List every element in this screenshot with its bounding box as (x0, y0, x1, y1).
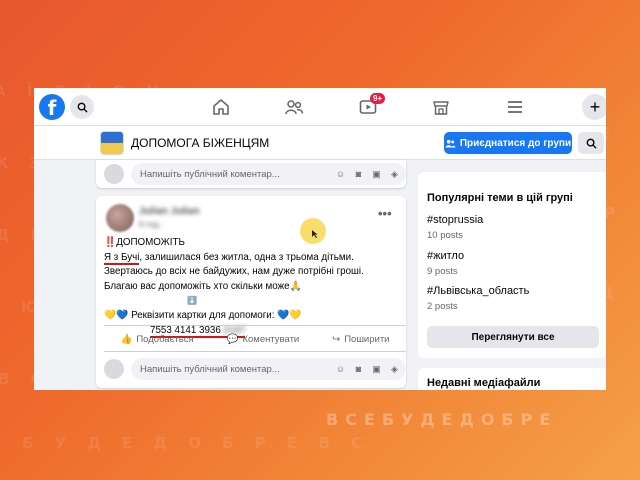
top-navigation-bar: f 9+ + (34, 88, 606, 126)
post-options-button[interactable]: ••• (378, 206, 392, 221)
comment-icon: 💬 (226, 333, 239, 345)
avatar (104, 359, 124, 379)
emoji-icon[interactable]: ☺ (335, 169, 346, 180)
camera-icon[interactable]: ◙ (353, 364, 364, 375)
post-text: ‼️ДОПОМОЖІТЬ Я з Бучі, залишилася без жи… (104, 236, 404, 338)
topic-tag[interactable]: #Львівська_область (427, 285, 529, 297)
group-thumbnail[interactable] (100, 131, 124, 155)
author-name[interactable]: Julian Julian (139, 206, 200, 217)
topic-item[interactable]: #Львівська_область 2 posts (427, 285, 529, 312)
search-icon (586, 138, 597, 149)
avatar (104, 164, 124, 184)
topic-item[interactable]: #житло 9 posts (427, 250, 464, 277)
group-title[interactable]: ДОПОМОГА БІЖЕНЦЯМ (131, 136, 269, 150)
divider (104, 351, 406, 352)
topic-count: 2 posts (427, 301, 458, 312)
home-icon[interactable] (211, 97, 231, 117)
comment-placeholder: Напишіть публічний коментар... (140, 363, 280, 375)
post-actions: 👍 Подобається 💬 Коментувати ↪ Поширити (104, 328, 406, 350)
comment-button[interactable]: 💬 Коментувати (227, 334, 300, 345)
post-line-3: Звертаюсь до всіх не байдужих, нам дуже … (104, 266, 364, 278)
share-icon: ↪ (332, 333, 341, 345)
topic-count: 9 posts (427, 266, 458, 277)
topic-tag[interactable]: #stoprussia (427, 214, 483, 226)
group-search-button[interactable] (578, 132, 604, 154)
people-icon (445, 139, 456, 148)
recent-media-title: Недавні медіафайли (427, 377, 541, 389)
comment-input[interactable]: Напишіть публічний коментар... ☺ ◙ ▣ ◈ (131, 163, 406, 185)
share-button[interactable]: ↪ Поширити (332, 334, 389, 345)
search-icon (77, 102, 88, 113)
topic-item[interactable]: #stoprussia 10 posts (427, 214, 483, 241)
search-button[interactable] (70, 95, 94, 119)
comment-placeholder: Напишіть публічний коментар... (140, 168, 280, 180)
sticker-icon[interactable]: ◈ (389, 169, 400, 180)
marketplace-icon[interactable] (431, 97, 451, 117)
cursor-icon (312, 230, 318, 238)
post-line-5: ⬇️ (187, 296, 197, 306)
post-line-4: Благаю вас допоможіть хто скільки може🙏 (104, 280, 302, 292)
facebook-logo[interactable]: f (39, 94, 65, 120)
topics-title: Популярні теми в цій групі (427, 192, 573, 204)
post-line-1: ‼️ДОПОМОЖІТЬ (104, 237, 185, 248)
gif-icon[interactable]: ▣ (371, 169, 382, 180)
comment-input[interactable]: Напишіть публічний коментар... ☺ ◙ ▣ ◈ (131, 358, 406, 380)
underlined-bucha: Я з Бучі (104, 251, 140, 265)
gif-icon[interactable]: ▣ (371, 364, 382, 375)
see-all-button[interactable]: Переглянути все (427, 326, 599, 348)
sticker-icon[interactable]: ◈ (389, 364, 400, 375)
topic-count: 10 posts (427, 230, 463, 241)
camera-icon[interactable]: ◙ (353, 169, 364, 180)
thumbs-up-icon: 👍 (120, 333, 133, 345)
comment-row: Напишіть публічний коментар... ☺ ◙ ▣ ◈ (104, 161, 406, 187)
comment-row: Напишіть публічний коментар... ☺ ◙ ▣ ◈ (104, 356, 406, 382)
author-avatar[interactable] (106, 204, 134, 232)
friends-icon[interactable] (284, 97, 304, 117)
join-group-button[interactable]: Приєднатися до групи (444, 132, 572, 154)
more-icon: ••• (378, 206, 392, 221)
emoji-icon[interactable]: ☺ (335, 364, 346, 375)
topic-tag[interactable]: #житло (427, 250, 464, 262)
join-group-label: Приєднатися до групи (459, 137, 572, 149)
create-button[interactable]: + (582, 94, 606, 120)
divider (104, 325, 406, 326)
plus-icon: + (589, 97, 601, 117)
notification-badge: 9+ (370, 93, 386, 104)
post-line-2: Я з Бучі, залишилася без житла, одна з т… (104, 251, 354, 265)
post-time[interactable]: 6 год. · (139, 219, 166, 229)
group-header: ДОПОМОГА БІЖЕНЦЯМ Приєднатися до групи (34, 126, 606, 160)
slogan-text: ВСЕБУДЕДОБРЕ (326, 410, 558, 429)
menu-icon[interactable] (505, 97, 525, 117)
like-button[interactable]: 👍 Подобається (121, 334, 194, 345)
post-line-6: 💛💙 Реквізити картки для допомоги: 💙💛 (104, 309, 302, 321)
facebook-screenshot: f 9+ + ДОПОМОГА БІЖЕНЦЯМ Приєднатися до … (34, 88, 606, 390)
